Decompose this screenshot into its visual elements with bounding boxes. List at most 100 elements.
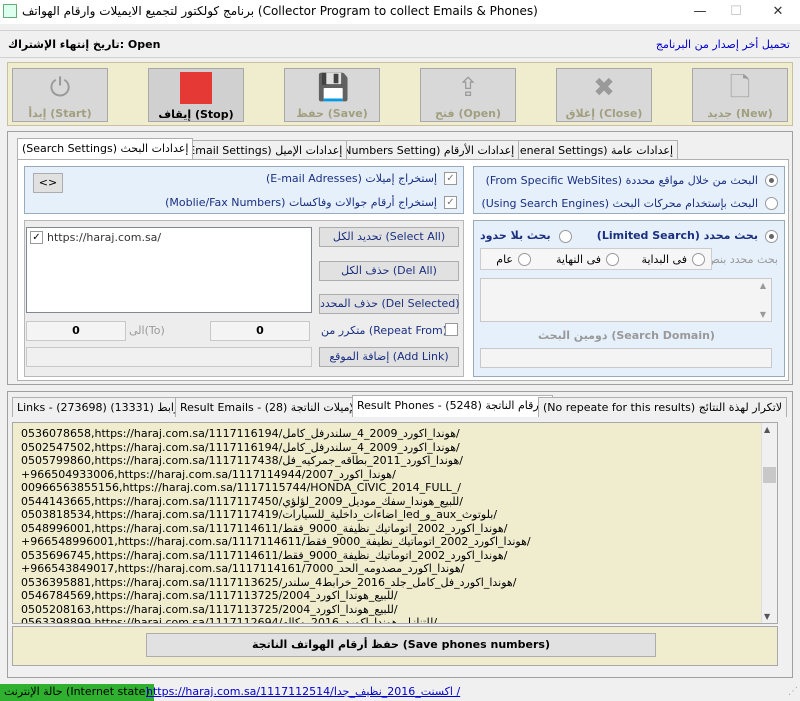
link-item-checkbox[interactable]: ✓ xyxy=(30,231,43,244)
select-all-button[interactable]: تحديد الكل (Select All) xyxy=(319,227,459,247)
info-bar: تاريخ إنتهاء الإشتراك: Open تحميل أخر إص… xyxy=(0,30,800,58)
link-item[interactable]: https://haraj.com.sa/ xyxy=(47,231,161,244)
limited-search-label: بحث محدد (Limited Search) xyxy=(596,229,758,242)
limited-search-radio[interactable] xyxy=(765,230,778,243)
status-bar: حالة الإنترنت (Internet state) https://h… xyxy=(0,684,800,701)
repeat-to-field[interactable]: 0 xyxy=(26,321,126,341)
unlimited-search-radio[interactable] xyxy=(559,230,572,243)
new-button[interactable]: 🗋 جديد (New) xyxy=(692,68,788,122)
open-button[interactable]: ⇪ فتح (Open) xyxy=(420,68,516,122)
list-item[interactable]: 0536395881,https://haraj.com.sa/11171136… xyxy=(13,576,761,590)
internet-status: حالة الإنترنت (Internet state) xyxy=(0,684,154,701)
stop-button[interactable]: إيقاف (Stop) xyxy=(148,68,244,122)
subscription-end: تاريخ إنتهاء الإشتراك: Open xyxy=(8,38,161,51)
app-icon xyxy=(3,4,17,18)
scroll-down-icon[interactable]: ▼ xyxy=(764,612,770,621)
search-domain-field[interactable] xyxy=(480,348,772,368)
power-icon: ⏻ xyxy=(49,73,71,103)
list-item[interactable]: +966543849017,https://haraj.com.sa/11171… xyxy=(13,562,761,576)
save-button[interactable]: 💾 حفظ (Save) xyxy=(284,68,380,122)
add-link-field[interactable] xyxy=(26,347,312,367)
phones-list[interactable]: 0536078658,https://haraj.com.sa/11171161… xyxy=(12,422,778,624)
close-icon[interactable]: ✕ xyxy=(758,0,798,24)
del-all-button[interactable]: حذف الكل (Del All) xyxy=(319,261,459,281)
at-start-label: فى البداية xyxy=(641,253,687,266)
open-button-label: فتح (Open) xyxy=(434,107,502,120)
text-search-label: بحث محدد بنص xyxy=(706,253,778,266)
resize-grip-icon[interactable]: ⋰ xyxy=(788,686,798,697)
stop-button-label: إيقاف (Stop) xyxy=(158,108,234,121)
save-icon: 💾 xyxy=(317,73,350,103)
phones-list-rows: 0536078658,https://haraj.com.sa/11171161… xyxy=(13,423,761,623)
list-item[interactable]: 0535696745,https://haraj.com.sa/11171146… xyxy=(13,549,761,563)
minimize-icon[interactable]: — xyxy=(680,0,720,24)
at-end-label: فى النهاية xyxy=(555,253,601,266)
list-item[interactable]: 00966563855156,https://haraj.com.sa/1117… xyxy=(13,481,761,495)
tab-search-settings[interactable]: (Search Settings) إعدادات البحث xyxy=(17,138,194,160)
list-item[interactable]: 0505799860,https://haraj.com.sa/11171174… xyxy=(13,454,761,468)
repeat-from-checkbox[interactable] xyxy=(445,323,458,336)
save-area: حفظ أرقام الهواتف الناتجة (Save phones n… xyxy=(12,626,778,666)
list-item[interactable]: 0503818534,https://haraj.com.sa/11171174… xyxy=(13,508,761,522)
text-scroll-down-icon[interactable]: ▼ xyxy=(757,310,769,319)
search-text-field[interactable]: ▲ ▼ xyxy=(480,278,772,322)
scroll-up-icon[interactable]: ▲ xyxy=(764,425,770,434)
list-item[interactable]: +966504933006,https://haraj.com.sa/11171… xyxy=(13,468,761,482)
extract-mobiles-checkbox[interactable]: ✓ xyxy=(444,196,457,209)
repeat-from-label: متكرر من (Repeat From) xyxy=(321,324,447,337)
general-label: عام xyxy=(496,253,513,266)
list-item[interactable]: 0548996001,https://haraj.com.sa/11171146… xyxy=(13,522,761,536)
tab-result-emails[interactable]: Result Emails - الإميلات الناتجة (28) xyxy=(175,397,364,417)
scroll-thumb[interactable] xyxy=(763,467,776,483)
extract-mobiles-label: إستخراج أرقام جوالات وفاكسات (Moblie/Fax… xyxy=(165,196,437,209)
maximize-icon[interactable]: ☐ xyxy=(716,0,756,24)
start-button[interactable]: ⏻ إبدأ (Start) xyxy=(12,68,108,122)
links-list[interactable]: ✓ https://haraj.com.sa/ xyxy=(26,227,312,313)
list-item[interactable]: 0546784569,https://haraj.com.sa/11171137… xyxy=(13,589,761,603)
title-bar: برنامج كولكتور لتجميع الايميلات وارقام ا… xyxy=(0,0,800,24)
toggle-direction-button[interactable]: <> xyxy=(33,173,63,193)
tab-email-settings[interactable]: (Email Settings) إعدادات الإميل xyxy=(179,140,348,160)
extract-emails-checkbox[interactable]: ✓ xyxy=(444,172,457,185)
del-selected-button[interactable]: حذف المحدد (Del Selected) xyxy=(319,294,460,314)
extract-box: <> ✓ إستخراج إميلات (E-mail Adresses) ✓ … xyxy=(24,166,464,214)
search-engines-radio[interactable] xyxy=(765,197,778,210)
list-item[interactable]: 0544143665,https://haraj.com.sa/11171174… xyxy=(13,495,761,509)
phones-scrollbar[interactable]: ▲ ▼ xyxy=(761,423,777,623)
start-button-label: إبدأ (Start) xyxy=(28,107,92,120)
tab-numbers-setting[interactable]: (Numbers Setting) إعدادات الأرقام xyxy=(334,140,520,160)
limited-search-box: بحث محدد (Limited Search) بحث بلا حدود ب… xyxy=(473,220,785,377)
download-latest-link[interactable]: تحميل أخر إصدار من البرنامج xyxy=(656,38,790,51)
list-item[interactable]: 0563398899,https://haraj.com.sa/11171126… xyxy=(13,616,761,623)
unlimited-search-label: بحث بلا حدود xyxy=(480,229,551,242)
save-phones-button[interactable]: حفظ أرقام الهواتف الناتجة (Save phones n… xyxy=(146,633,656,657)
search-source-box: البحث من خلال مواقع محددة (From Specific… xyxy=(473,166,785,214)
close-button[interactable]: ✖ إغلاق (Close) xyxy=(556,68,652,122)
save-button-label: حفظ (Save) xyxy=(296,107,368,120)
tab-links[interactable]: Links - الروابط (13331) (273698) xyxy=(12,397,197,417)
at-start-radio[interactable] xyxy=(692,253,705,266)
general-radio[interactable] xyxy=(518,253,531,266)
list-item[interactable]: 0536078658,https://haraj.com.sa/11171161… xyxy=(13,427,761,441)
tab-no-repeat[interactable]: (No repeate for this results) لاتكرار له… xyxy=(538,397,788,417)
tab-result-phones[interactable]: Result Phones - الارقام الناتجة (5248) xyxy=(352,395,554,417)
new-button-label: جديد (New) xyxy=(707,107,773,120)
text-scroll-up-icon[interactable]: ▲ xyxy=(757,281,769,290)
window-title: برنامج كولكتور لتجميع الايميلات وارقام ا… xyxy=(22,4,538,18)
current-url-link[interactable]: https://haraj.com.sa/1117112514/اكسنت_20… xyxy=(146,685,460,698)
at-end-radio[interactable] xyxy=(606,253,619,266)
search-engines-label: البحث بإستخدام محركات البحث (Using Searc… xyxy=(481,197,758,210)
position-options: فى البداية فى النهاية عام xyxy=(480,248,712,270)
links-box: ✓ https://haraj.com.sa/ تحديد الكل (Sele… xyxy=(24,220,464,377)
list-item[interactable]: 0505208163,https://haraj.com.sa/11171137… xyxy=(13,603,761,617)
repeat-from-field[interactable]: 0 xyxy=(210,321,310,341)
new-file-icon: 🗋 xyxy=(729,73,751,103)
list-item[interactable]: +966548996001,https://haraj.com.sa/11171… xyxy=(13,535,761,549)
from-websites-label: البحث من خلال مواقع محددة (From Specific… xyxy=(485,174,758,187)
tab-general-settings[interactable]: (General Settings) إعدادات عامة xyxy=(502,140,679,160)
search-settings-body: البحث من خلال مواقع محددة (From Specific… xyxy=(17,159,789,381)
list-item[interactable]: 0502547502,https://haraj.com.sa/11171161… xyxy=(13,441,761,455)
add-link-button[interactable]: إضافة الموقع (Add Link) xyxy=(319,347,459,367)
repeat-to-label: الى(To) xyxy=(129,324,165,337)
from-websites-radio[interactable] xyxy=(765,174,778,187)
